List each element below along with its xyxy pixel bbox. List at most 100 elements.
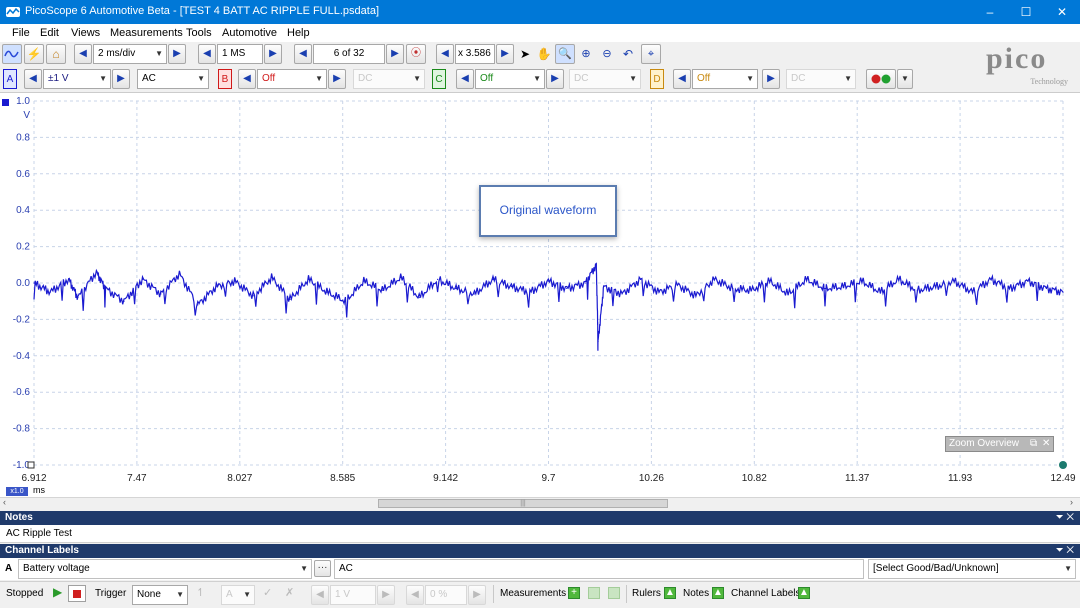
trigger-edge-icon[interactable]: ↿ [196,586,205,599]
scroll-right-icon[interactable]: › [1070,497,1073,507]
falling-edge-icon[interactable]: ✗ [285,586,294,599]
stop-button[interactable] [68,585,86,602]
run-stop-button[interactable] [866,69,896,89]
scroll-left-icon[interactable]: ‹ [3,497,6,507]
close-icon[interactable]: ✕ [1042,437,1050,451]
waveform-point [879,291,881,293]
trigger-level-decrease[interactable]: ◀ [311,585,329,605]
horizontal-scrollbar[interactable]: ‹ ||| › [0,497,1080,509]
channel-label-select[interactable]: Battery voltage ▼ [18,559,312,579]
zoom-prev-button[interactable]: ◀ [436,44,454,64]
delete-measurement-icon[interactable] [608,587,620,599]
buffer-next-button[interactable]: ▶ [386,44,404,64]
zoom-next-button[interactable]: ▶ [496,44,514,64]
channel-c-button[interactable]: C [432,69,446,89]
menu-views[interactable]: Views [71,27,100,39]
channel-b-button[interactable]: B [218,69,232,89]
close-button[interactable]: ✕ [1044,0,1080,24]
channel-b-range-decrease[interactable]: ◀ [238,69,256,89]
pin-close-icon[interactable]: ⏷ ✕ [1056,511,1074,525]
x-tick-label: 7.47 [127,473,147,484]
arrow-right-icon: ▶ [173,48,181,59]
waveform-point [326,291,328,293]
menu-tools[interactable]: Tools [186,27,212,39]
zoom-in-button[interactable]: ⊕ [576,44,596,64]
notes-icon[interactable]: ▲ [712,587,724,599]
channel-a-range-select[interactable]: ±1 V ▼ [43,69,111,89]
probe-wizard-button[interactable]: ⚡ [24,44,44,64]
buffer-navigator-button[interactable]: ⦿ [406,44,426,64]
channel-c-range-decrease[interactable]: ◀ [456,69,474,89]
zoom-overview-panel[interactable]: Zoom Overview ⧉ ✕ [945,436,1054,452]
samples-increase-button[interactable]: ▶ [264,44,282,64]
pin-close-icon[interactable]: ⏷ ✕ [1056,544,1074,558]
channel-d-range-decrease[interactable]: ◀ [673,69,691,89]
channel-a-button[interactable]: A [3,69,17,89]
pointer-tool-button[interactable]: ➤ [516,44,534,64]
zoom-out-button[interactable]: ⊖ [597,44,617,64]
restore-icon[interactable]: ⧉ [1030,437,1037,451]
channel-label-more-button[interactable]: ··· [314,560,331,577]
rising-edge-icon[interactable]: ✓ [263,586,272,599]
run-stop-dropdown[interactable]: ▼ [897,69,913,89]
waveform-point [861,280,863,282]
add-measurement-icon[interactable]: + [568,587,580,599]
window-title: PicoScope 6 Automotive Beta - [TEST 4 BA… [25,5,380,17]
channel-c-range-select[interactable]: Off ▼ [475,69,545,89]
menu-measurements[interactable]: Measurements [110,27,183,39]
samples-select[interactable]: 1 MS [217,44,263,64]
trigger-level-increase[interactable]: ▶ [377,585,395,605]
minimize-button[interactable]: – [972,0,1008,24]
zoom-level-field[interactable]: x 3.586 [455,44,495,64]
home-button[interactable]: ⌂ [46,44,66,64]
buffer-prev-button[interactable]: ◀ [294,44,312,64]
channel-b-range-select[interactable]: Off ▼ [257,69,327,89]
channel-b-coupling-select[interactable]: DC ▼ [353,69,425,89]
menu-file[interactable]: File [12,27,30,39]
channel-d-button[interactable]: D [650,69,664,89]
zoom-region-button[interactable]: 🔍 [555,44,575,64]
scope-mode-button[interactable] [2,44,22,64]
x-tick-label: 9.142 [433,473,458,484]
scroll-thumb[interactable]: ||| [378,499,668,508]
channel-c-coupling-select[interactable]: DC ▼ [569,69,641,89]
menu-automotive[interactable]: Automotive [222,27,277,39]
channel-a-coupling-select[interactable]: AC ▼ [137,69,209,89]
pretrigger-decrease[interactable]: ◀ [406,585,424,605]
undo-zoom-button[interactable]: ↶ [618,44,638,64]
menu-edit[interactable]: Edit [40,27,59,39]
channel-d-coupling-select[interactable]: DC ▼ [786,69,856,89]
trigger-channel-select[interactable]: A ▼ [221,585,255,605]
channel-d-range-increase[interactable]: ▶ [762,69,780,89]
x-scale-badge[interactable]: x1.0 [6,487,28,496]
channel-b-range-increase[interactable]: ▶ [328,69,346,89]
edit-measurement-icon[interactable] [588,587,600,599]
channel-c-range-increase[interactable]: ▶ [546,69,564,89]
channel-d-range-select[interactable]: Off ▼ [692,69,758,89]
pretrigger-increase[interactable]: ▶ [468,585,486,605]
play-icon[interactable]: ▶ [53,585,62,599]
channel-coupling-field[interactable]: AC [334,559,864,579]
scope-view[interactable]: 1.0 0.8 0.6 0.4 0.2 0.0 -0.2 -0.4 -0.6 -0.8 -1.0 6.… [0,92,1080,497]
channel-a-range-increase[interactable]: ▶ [112,69,130,89]
timebase-decrease-button[interactable]: ◀ [74,44,92,64]
notes-text[interactable]: AC Ripple Test [6,528,72,539]
trigger-mode-select[interactable]: None ▼ [132,585,188,605]
maximize-button[interactable]: ☐ [1008,0,1044,24]
rulers-icon[interactable]: ▲ [664,587,676,599]
trigger-level-field[interactable]: 1 V [330,585,376,605]
channel-a-range-decrease[interactable]: ◀ [24,69,42,89]
scope-chart[interactable]: 1.00.80.60.40.20.0-0.2-0.4-0.6-0.8-1.06.… [0,93,1080,498]
samples-decrease-button[interactable]: ◀ [198,44,216,64]
verdict-select[interactable]: [Select Good/Bad/Unknown] ▼ [868,559,1076,579]
timebase-select[interactable]: 2 ms/div ▼ [93,44,167,64]
pretrigger-field[interactable]: 0 % [425,585,467,605]
channel-labels-icon[interactable]: ▲ [798,587,810,599]
menu-help[interactable]: Help [287,27,310,39]
zoom-fit-button[interactable]: ⌖ [641,44,661,64]
timebase-increase-button[interactable]: ▶ [168,44,186,64]
hand-tool-button[interactable]: ✋ [535,44,553,64]
waveform-point [990,278,992,280]
buffer-field[interactable]: 6 of 32 [313,44,385,64]
notes-area[interactable]: AC Ripple Test [0,525,1080,543]
